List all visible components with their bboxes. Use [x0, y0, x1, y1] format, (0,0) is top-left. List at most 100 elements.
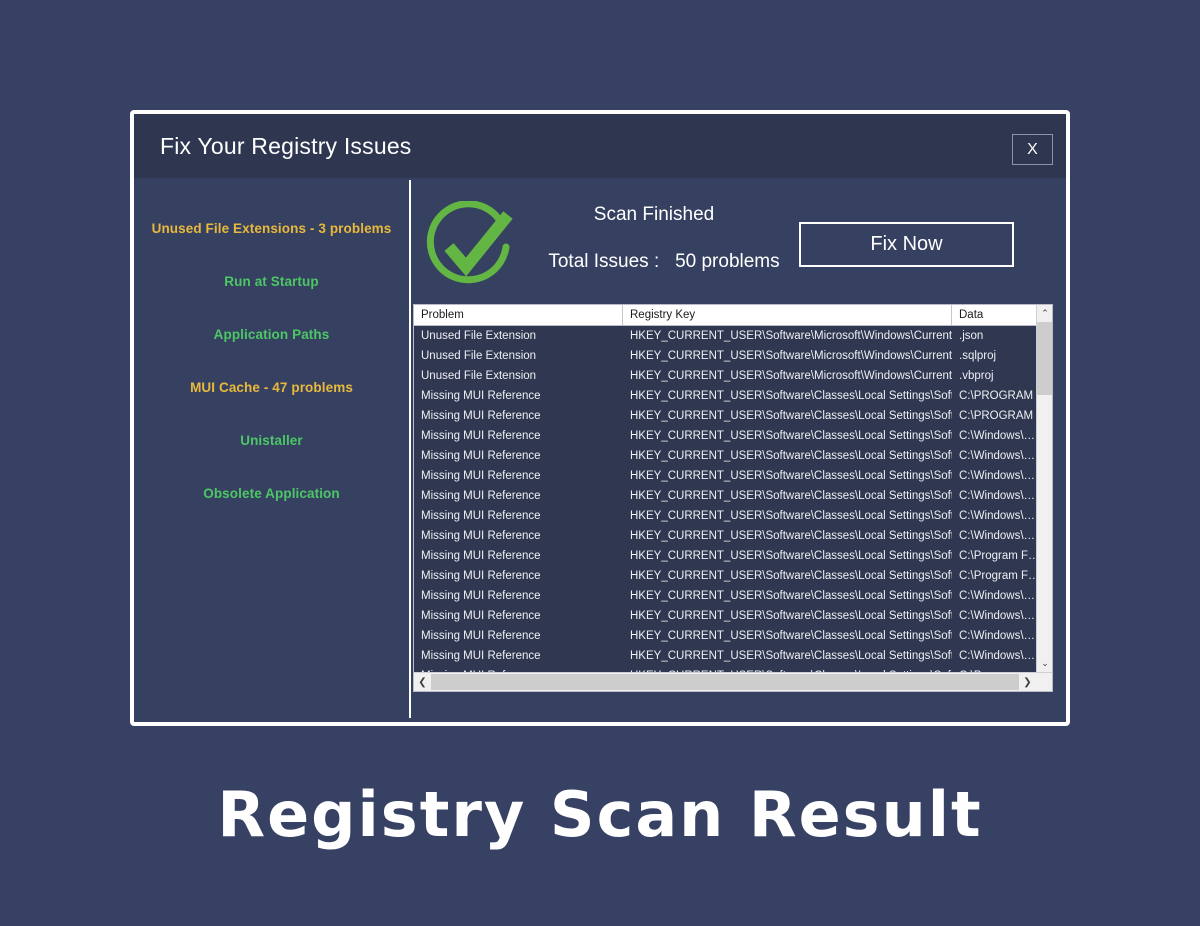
- cell-registry-key: HKEY_CURRENT_USER\Software\Classes\Local…: [630, 450, 952, 462]
- cell-registry-key: HKEY_CURRENT_USER\Software\Classes\Local…: [630, 470, 952, 482]
- table-row[interactable]: Missing MUI Reference HKEY_CURRENT_USER\S…: [414, 546, 1038, 566]
- sidebar-item-unused-file-extensions[interactable]: Unused File Extensions - 3 problems: [134, 202, 409, 255]
- column-header-data[interactable]: Data: [952, 305, 1038, 325]
- table-row[interactable]: Missing MUI Reference HKEY_CURRENT_USER\S…: [414, 386, 1038, 406]
- table-row[interactable]: Missing MUI Reference HKEY_CURRENT_USER\S…: [414, 446, 1038, 466]
- table-row[interactable]: Missing MUI Reference HKEY_CURRENT_USER\S…: [414, 506, 1038, 526]
- cell-problem: Missing MUI Reference: [421, 550, 541, 562]
- sidebar-item-mui-cache[interactable]: MUI Cache - 47 problems: [134, 361, 409, 414]
- cell-problem: Missing MUI Reference: [421, 610, 541, 622]
- vertical-scrollbar[interactable]: ⌃ ⌄: [1036, 305, 1052, 672]
- column-header-registry-key[interactable]: Registry Key: [623, 305, 952, 325]
- cell-data: C:\Program F…: [959, 550, 1038, 562]
- sidebar-item-application-paths[interactable]: Application Paths: [134, 308, 409, 361]
- cell-problem: Missing MUI Reference: [421, 390, 541, 402]
- cell-registry-key: HKEY_CURRENT_USER\Software\Microsoft\Win…: [630, 350, 952, 362]
- window-title: Fix Your Registry Issues: [160, 132, 412, 159]
- cell-registry-key: HKEY_CURRENT_USER\Software\Classes\Local…: [630, 610, 952, 622]
- cell-problem: Missing MUI Reference: [421, 570, 541, 582]
- table-body: Unused File Extension HKEY_CURRENT_USER\S…: [414, 326, 1038, 672]
- column-header-problem[interactable]: Problem: [414, 305, 623, 325]
- results-panel: Scan Finished Total Issues : 50 problems…: [411, 178, 1066, 722]
- cell-data: C:\Windows\…: [959, 490, 1036, 502]
- cell-registry-key: HKEY_CURRENT_USER\Software\Classes\Local…: [630, 650, 952, 662]
- table-row[interactable]: Missing MUI Reference HKEY_CURRENT_USER\S…: [414, 566, 1038, 586]
- sidebar-item-obsolete-application[interactable]: Obsolete Application: [134, 467, 409, 520]
- sidebar-item-label: Run at Startup: [224, 274, 319, 289]
- table-row[interactable]: Missing MUI Reference HKEY_CURRENT_USER\S…: [414, 406, 1038, 426]
- table-row[interactable]: Missing MUI Reference HKEY_CURRENT_USER\S…: [414, 486, 1038, 506]
- scroll-up-icon[interactable]: ⌃: [1037, 305, 1052, 322]
- scroll-right-icon[interactable]: ❯: [1019, 673, 1036, 691]
- cell-problem: Missing MUI Reference: [421, 410, 541, 422]
- cell-problem: Missing MUI Reference: [421, 510, 541, 522]
- cell-data: C:\Windows\…: [959, 510, 1036, 522]
- total-issues-row: Total Issues : 50 problems: [519, 251, 809, 273]
- cell-data: C:\Windows\…: [959, 530, 1036, 542]
- window-body: Unused File Extensions - 3 problems Run …: [134, 178, 1066, 722]
- cell-data: C:\Windows\…: [959, 630, 1036, 642]
- cell-registry-key: HKEY_CURRENT_USER\Software\Classes\Local…: [630, 410, 952, 422]
- cell-problem: Unused File Extension: [421, 330, 537, 342]
- cell-registry-key: HKEY_CURRENT_USER\Software\Classes\Local…: [630, 590, 952, 602]
- registry-cleaner-window: Fix Your Registry Issues X Unused File E…: [130, 110, 1070, 726]
- cell-registry-key: HKEY_CURRENT_USER\Software\Classes\Local…: [630, 490, 952, 502]
- cell-data: C:\Windows\…: [959, 450, 1036, 462]
- cell-problem: Missing MUI Reference: [421, 430, 541, 442]
- sidebar-item-label: MUI Cache - 47 problems: [190, 380, 353, 395]
- sidebar-item-label: Unistaller: [240, 433, 303, 448]
- table-row[interactable]: Missing MUI Reference HKEY_CURRENT_USER\S…: [414, 626, 1038, 646]
- category-sidebar: Unused File Extensions - 3 problems Run …: [134, 178, 409, 722]
- check-circle-icon: [422, 200, 514, 293]
- total-issues-label: Total Issues :: [548, 251, 660, 272]
- sidebar-item-label: Obsolete Application: [203, 486, 340, 501]
- results-table: Problem Registry Key Data Unused File Ex…: [413, 304, 1053, 692]
- table-row[interactable]: Unused File Extension HKEY_CURRENT_USER\S…: [414, 346, 1038, 366]
- vertical-scrollbar-thumb[interactable]: [1037, 322, 1052, 395]
- cell-problem: Missing MUI Reference: [421, 590, 541, 602]
- sidebar-item-label: Unused File Extensions - 3 problems: [151, 221, 392, 236]
- total-issues-value: 50 problems: [675, 251, 780, 272]
- cell-problem: Missing MUI Reference: [421, 470, 541, 482]
- close-button[interactable]: X: [1012, 134, 1053, 165]
- cell-data: .vbproj: [959, 370, 994, 382]
- table-row[interactable]: Unused File Extension HKEY_CURRENT_USER\S…: [414, 326, 1038, 346]
- sidebar-item-label: Application Paths: [213, 327, 330, 342]
- scroll-left-icon[interactable]: ❮: [414, 673, 431, 691]
- cell-registry-key: HKEY_CURRENT_USER\Software\Microsoft\Win…: [630, 370, 952, 382]
- fix-now-button[interactable]: Fix Now: [799, 222, 1014, 267]
- table-row[interactable]: Missing MUI Reference HKEY_CURRENT_USER\S…: [414, 426, 1038, 446]
- horizontal-scrollbar[interactable]: ❮ ❯: [414, 672, 1052, 691]
- scan-status-row: Scan Finished Total Issues : 50 problems…: [411, 196, 1066, 296]
- cell-registry-key: HKEY_CURRENT_USER\Software\Microsoft\Win…: [630, 330, 952, 342]
- screen-root: Fix Your Registry Issues X Unused File E…: [0, 0, 1200, 926]
- table-header-row: Problem Registry Key Data: [414, 305, 1038, 326]
- table-row[interactable]: Missing MUI Reference HKEY_CURRENT_USER\S…: [414, 646, 1038, 666]
- table-row[interactable]: Missing MUI Reference HKEY_CURRENT_USER\S…: [414, 606, 1038, 626]
- cell-data: C:\Windows\…: [959, 430, 1036, 442]
- cell-data: C:\PROGRAM …: [959, 390, 1038, 402]
- cell-problem: Missing MUI Reference: [421, 630, 541, 642]
- cell-data: C:\PROGRAM …: [959, 410, 1038, 422]
- cell-data: C:\Program F…: [959, 570, 1038, 582]
- cell-problem: Missing MUI Reference: [421, 650, 541, 662]
- cell-registry-key: HKEY_CURRENT_USER\Software\Classes\Local…: [630, 550, 952, 562]
- scan-state-text: Scan Finished: [593, 204, 715, 225]
- cell-data: C:\Windows\…: [959, 650, 1036, 662]
- window-titlebar: Fix Your Registry Issues X: [134, 114, 1066, 178]
- cell-registry-key: HKEY_CURRENT_USER\Software\Classes\Local…: [630, 630, 952, 642]
- cell-problem: Missing MUI Reference: [421, 450, 541, 462]
- table-row[interactable]: Unused File Extension HKEY_CURRENT_USER\S…: [414, 366, 1038, 386]
- cell-data: .json: [959, 330, 984, 342]
- sidebar-item-unistaller[interactable]: Unistaller: [134, 414, 409, 467]
- sidebar-item-run-at-startup[interactable]: Run at Startup: [134, 255, 409, 308]
- table-row[interactable]: Missing MUI Reference HKEY_CURRENT_USER\S…: [414, 526, 1038, 546]
- table-row[interactable]: Missing MUI Reference HKEY_CURRENT_USER\S…: [414, 586, 1038, 606]
- table-row[interactable]: Missing MUI Reference HKEY_CURRENT_USER\S…: [414, 466, 1038, 486]
- cell-problem: Unused File Extension: [421, 350, 537, 362]
- cell-data: C:\Windows\…: [959, 470, 1036, 482]
- cell-data: C:\Windows\…: [959, 590, 1036, 602]
- horizontal-scrollbar-thumb[interactable]: [431, 674, 1019, 690]
- cell-problem: Missing MUI Reference: [421, 490, 541, 502]
- scroll-down-icon[interactable]: ⌄: [1037, 655, 1052, 672]
